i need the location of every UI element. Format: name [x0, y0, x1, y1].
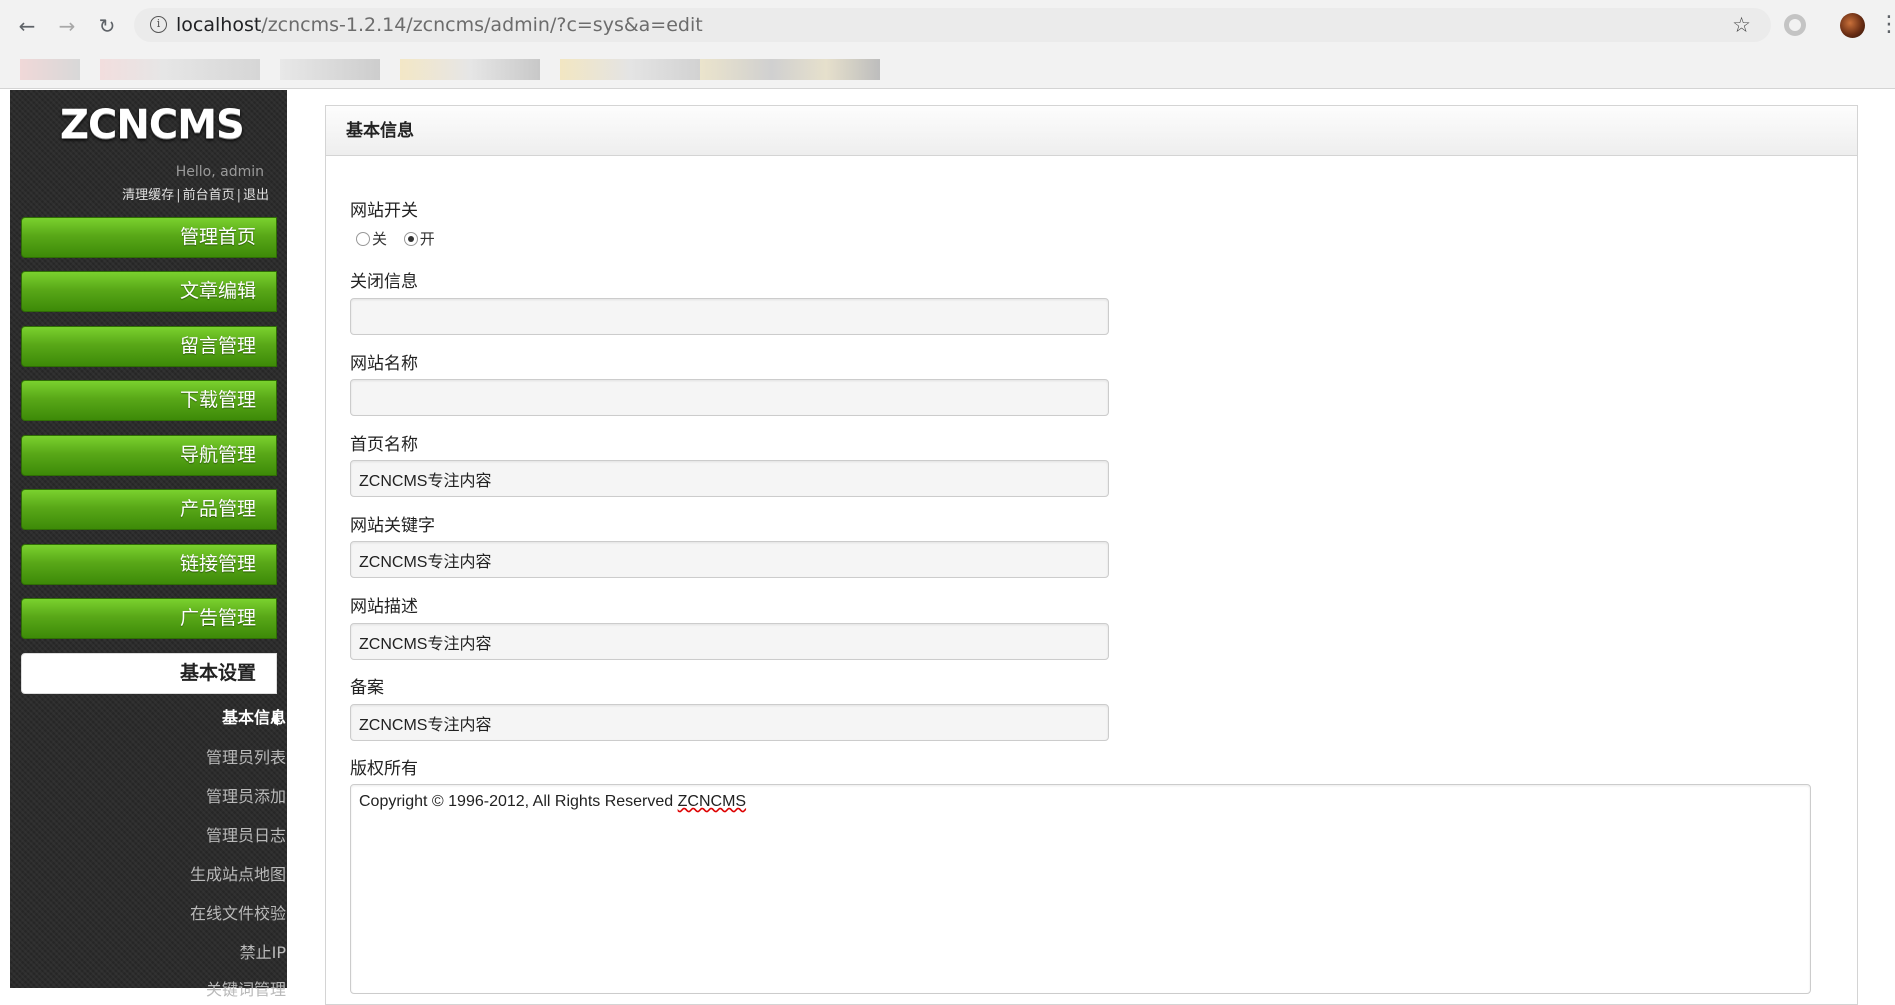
frontend-home-link[interactable]: 前台首页	[183, 188, 235, 203]
greeting-text: Hello, admin	[175, 164, 264, 180]
url-path: /zcncms-1.2.14/zcncms/admin/?c=sys&a=edi…	[261, 14, 703, 36]
submenu-keywords[interactable]: 关键词管理	[206, 976, 286, 1000]
kebab-menu-icon[interactable]: ⋮	[1878, 13, 1895, 37]
active-caret-icon	[271, 712, 278, 726]
separator: |	[236, 188, 241, 203]
profile-avatar[interactable]	[1840, 13, 1865, 38]
clear-cache-link[interactable]: 清理缓存	[122, 188, 174, 203]
submenu-admin-log[interactable]: 管理员日志	[206, 822, 286, 846]
site-name-input[interactable]	[350, 379, 1109, 416]
home-name-label: 首页名称	[350, 435, 418, 455]
menu-item-products[interactable]: 产品管理	[21, 489, 277, 530]
star-icon[interactable]: ☆	[1732, 8, 1751, 42]
url-text[interactable]: localhost/zcncms-1.2.14/zcncms/admin/?c=…	[176, 8, 703, 42]
copyright-text: Copyright © 1996-2012, All Rights Reserv…	[359, 793, 746, 810]
menu-item-articles[interactable]: 文章编辑	[21, 271, 277, 312]
url-host: localhost	[176, 14, 262, 36]
copyright-brand: ZCNCMS	[677, 793, 747, 810]
extension-icon[interactable]	[1784, 14, 1806, 36]
user-links: 清理缓存 | 前台首页 | 退出	[122, 184, 269, 203]
forward-icon[interactable]: →	[54, 13, 80, 39]
bookmarks-bar	[0, 52, 1895, 89]
separator: |	[176, 188, 181, 203]
browser-toolbar: ← → ↻ i localhost/zcncms-1.2.14/zcncms/a…	[0, 0, 1895, 52]
bookmark-item[interactable]	[400, 59, 540, 80]
submenu-file-check[interactable]: 在线文件校验	[190, 900, 286, 924]
menu-item-basic-settings[interactable]: 基本设置	[21, 653, 277, 694]
menu-item-ads[interactable]: 广告管理	[21, 598, 277, 639]
icp-input[interactable]	[350, 704, 1109, 741]
close-message-label: 关闭信息	[350, 272, 418, 292]
submenu-sitemap[interactable]: 生成站点地图	[190, 861, 286, 885]
menu-item-admin-home[interactable]: 管理首页	[21, 217, 277, 258]
bookmark-item[interactable]	[100, 59, 260, 80]
address-bar[interactable]: i localhost/zcncms-1.2.14/zcncms/admin/?…	[134, 8, 1771, 42]
description-input[interactable]	[350, 623, 1109, 660]
back-icon[interactable]: ←	[14, 13, 40, 39]
menu-item-links[interactable]: 链接管理	[21, 544, 277, 585]
site-name-label: 网站名称	[350, 354, 418, 374]
radio-on[interactable]	[403, 232, 418, 246]
site-switch-label: 网站开关	[350, 201, 418, 221]
logo: ZCNCMS	[60, 102, 245, 148]
copyright-label: 版权所有	[350, 759, 418, 779]
keywords-input[interactable]	[350, 541, 1109, 578]
menu-item-downloads[interactable]: 下载管理	[21, 380, 277, 421]
menu-item-messages[interactable]: 留言管理	[21, 326, 277, 367]
logout-link[interactable]: 退出	[243, 188, 269, 203]
description-label: 网站描述	[350, 597, 418, 617]
menu-item-navigation[interactable]: 导航管理	[21, 435, 277, 476]
copyright-prefix: Copyright © 1996-2012, All Rights Reserv…	[359, 793, 678, 810]
submenu-ban-ip[interactable]: 禁止IP	[240, 939, 286, 963]
radio-off[interactable]	[356, 232, 370, 246]
submenu-admin-add[interactable]: 管理员添加	[206, 783, 286, 807]
bookmark-item[interactable]	[280, 59, 380, 80]
home-name-input[interactable]	[350, 460, 1109, 497]
keywords-label: 网站关键字	[350, 516, 435, 536]
reload-icon[interactable]: ↻	[94, 13, 120, 39]
icp-label: 备案	[350, 678, 384, 698]
radio-on-label[interactable]: 开	[420, 230, 435, 248]
panel-title: 基本信息	[326, 106, 1857, 156]
bookmark-item[interactable]	[560, 59, 700, 80]
site-switch-radios: 关 开	[356, 228, 447, 249]
bookmark-item[interactable]	[20, 59, 80, 80]
copyright-textarea[interactable]: Copyright © 1996-2012, All Rights Reserv…	[350, 784, 1811, 994]
radio-off-label[interactable]: 关	[372, 230, 387, 248]
submenu-admin-list[interactable]: 管理员列表	[206, 744, 286, 768]
info-icon[interactable]: i	[150, 16, 167, 33]
bookmark-item[interactable]	[700, 59, 880, 80]
close-message-input[interactable]	[350, 298, 1109, 335]
